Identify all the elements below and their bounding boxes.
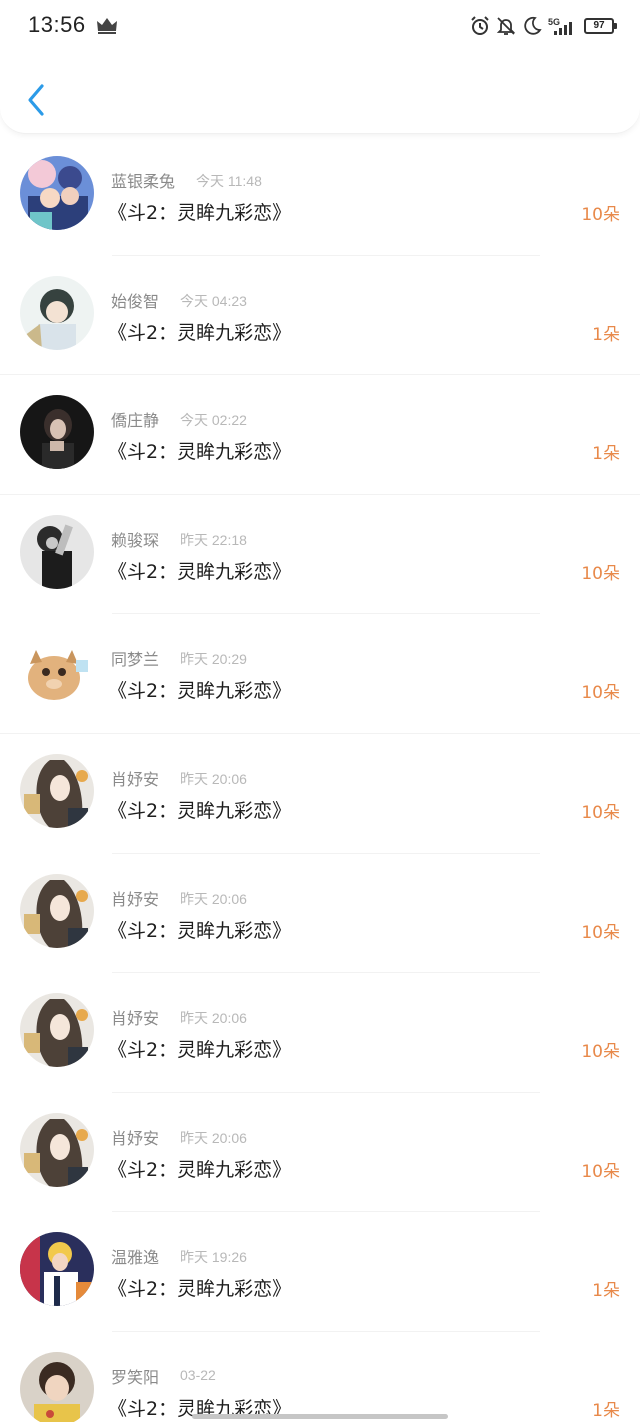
sender-name: 肖妤安	[111, 769, 160, 789]
sender-name: 始俊智	[111, 291, 160, 311]
sender-name: 肖妤安	[111, 1009, 160, 1029]
status-icons: 5G 97	[470, 15, 617, 37]
sender-name: 同梦兰	[111, 650, 160, 670]
avatar[interactable]	[20, 753, 94, 828]
flower-count: 10朵	[581, 1042, 620, 1063]
sender-name: 赖骏琛	[111, 530, 160, 550]
flower-count: 10朵	[581, 1161, 620, 1182]
work-title: 《斗2：灵眸九彩恋》	[108, 1039, 292, 1062]
gift-record-list: 蓝银柔兔 今天 11:48 《斗2：灵眸九彩恋》 10朵 始俊智 今天 04:23 《斗2：…	[0, 136, 640, 1422]
send-time: 昨天 22:18	[180, 531, 247, 548]
header: 13:56 5G 97	[0, 0, 640, 134]
record-row[interactable]: 始俊智 今天 04:23 《斗2：灵眸九彩恋》 1朵	[0, 256, 640, 376]
battery-level: 97	[593, 20, 605, 31]
bell-off-icon	[496, 17, 516, 35]
avatar[interactable]	[20, 395, 94, 470]
avatar[interactable]	[20, 275, 94, 350]
flower-count: 10朵	[581, 802, 620, 823]
flower-count: 10朵	[581, 922, 620, 943]
send-time: 今天 11:48	[196, 173, 262, 189]
avatar[interactable]	[20, 634, 94, 709]
gift-record-screen: 13:56 5G 97 蓝银柔兔 今天 11:48 《斗2：灵眸九彩恋》 10朵…	[0, 0, 640, 1422]
moon-icon	[524, 16, 542, 35]
record-row[interactable]: 僑庄静 今天 02:22 《斗2：灵眸九彩恋》 1朵	[0, 375, 640, 495]
avatar[interactable]	[20, 514, 94, 589]
status-time: 13:56	[28, 12, 86, 37]
work-title: 《斗2：灵眸九彩恋》	[108, 680, 292, 703]
flower-count: 10朵	[581, 205, 620, 225]
flower-count: 1朵	[592, 1281, 620, 1302]
work-title: 《斗2：灵眸九彩恋》	[108, 919, 292, 942]
send-time: 昨天 20:06	[180, 1010, 247, 1027]
work-title: 《斗2：灵眸九彩恋》	[108, 441, 292, 464]
avatar[interactable]	[20, 1351, 94, 1422]
battery-icon: 97	[584, 18, 617, 34]
record-row[interactable]: 肖妤安 昨天 20:06 《斗2：灵眸九彩恋》 10朵	[0, 854, 640, 974]
status-bar: 13:56 5G 97	[0, 0, 640, 52]
flower-count: 1朵	[592, 1400, 620, 1421]
avatar[interactable]	[20, 993, 94, 1068]
work-title: 《斗2：灵眸九彩恋》	[108, 560, 292, 583]
record-row[interactable]: 肖妤安 昨天 20:06 《斗2：灵眸九彩恋》 10朵	[0, 734, 640, 854]
avatar[interactable]	[20, 873, 94, 948]
flower-count: 10朵	[581, 683, 620, 704]
flower-count: 1朵	[592, 324, 620, 345]
work-title: 《斗2：灵眸九彩恋》	[108, 202, 292, 224]
send-time: 昨天 20:06	[180, 1129, 247, 1146]
record-row[interactable]: 同梦兰 昨天 20:29 《斗2：灵眸九彩恋》 10朵	[0, 614, 640, 734]
work-title: 《斗2：灵眸九彩恋》	[108, 321, 292, 344]
send-time: 昨天 20:06	[180, 770, 247, 787]
avatar[interactable]	[20, 1112, 94, 1187]
flower-count: 1朵	[592, 444, 620, 465]
avatar[interactable]	[20, 156, 94, 230]
sender-name: 肖妤安	[111, 889, 160, 909]
5g-signal-icon: 5G	[548, 17, 572, 35]
chevron-left-icon	[28, 84, 44, 116]
alarm-icon	[471, 16, 489, 35]
record-row[interactable]: 肖妤安 昨天 20:06 《斗2：灵眸九彩恋》 10朵	[0, 973, 640, 1093]
sender-name: 蓝银柔兔	[111, 172, 176, 191]
avatar[interactable]	[20, 1232, 94, 1307]
flower-count: 10朵	[581, 563, 620, 584]
work-title: 《斗2：灵眸九彩恋》	[108, 799, 292, 822]
send-time: 03-22	[180, 1366, 216, 1383]
svg-text:5G: 5G	[548, 17, 560, 27]
sender-name: 僑庄静	[111, 411, 160, 431]
send-time: 昨天 20:06	[180, 890, 247, 907]
sender-name: 肖妤安	[111, 1128, 160, 1148]
sender-name: 温雅逸	[111, 1248, 160, 1268]
send-time: 今天 02:22	[180, 412, 247, 429]
send-time: 昨天 20:29	[180, 651, 247, 668]
back-button[interactable]	[18, 80, 54, 120]
work-title: 《斗2：灵眸九彩恋》	[108, 1278, 292, 1301]
work-title: 《斗2：灵眸九彩恋》	[108, 1158, 292, 1181]
home-indicator[interactable]	[192, 1414, 448, 1419]
record-row[interactable]: 罗笑阳 03-22 《斗2：灵眸九彩恋》 1朵	[0, 1332, 640, 1422]
record-row[interactable]: 温雅逸 昨天 19:26 《斗2：灵眸九彩恋》 1朵	[0, 1212, 640, 1332]
sender-name: 罗笑阳	[111, 1367, 160, 1387]
record-row[interactable]: 蓝银柔兔 今天 11:48 《斗2：灵眸九彩恋》 10朵	[0, 136, 640, 256]
send-time: 今天 04:23	[180, 292, 247, 309]
record-row[interactable]: 肖妤安 昨天 20:06 《斗2：灵眸九彩恋》 10朵	[0, 1093, 640, 1213]
send-time: 昨天 19:26	[180, 1249, 247, 1266]
crown-icon	[97, 18, 117, 34]
record-row[interactable]: 赖骏琛 昨天 22:18 《斗2：灵眸九彩恋》 10朵	[0, 495, 640, 615]
